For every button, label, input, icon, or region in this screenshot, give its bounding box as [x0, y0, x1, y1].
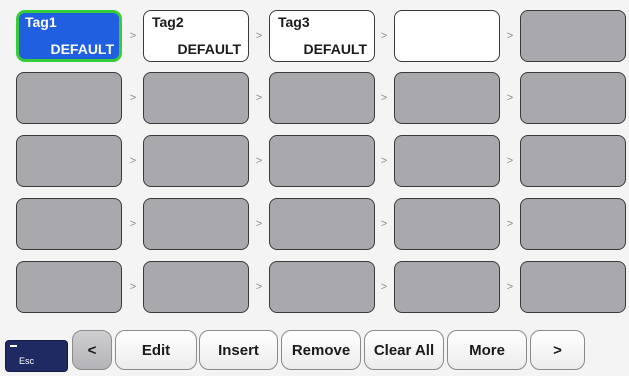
arrow-icon: >	[129, 155, 137, 167]
more-button[interactable]: More	[447, 330, 527, 370]
tag-cell-empty[interactable]	[143, 261, 249, 313]
tag-name: Tag2	[152, 14, 184, 30]
tag-cell-3[interactable]: Tag3 DEFAULT	[269, 10, 375, 62]
tag-value: DEFAULT	[177, 41, 241, 57]
tag-cell-empty[interactable]	[269, 135, 375, 187]
tag-cell-empty[interactable]	[16, 198, 122, 250]
arrow-icon: >	[129, 281, 137, 293]
tag-cell-5[interactable]	[520, 10, 626, 62]
arrow-icon: >	[506, 218, 514, 230]
clear-all-button[interactable]: Clear All	[364, 330, 444, 370]
tag-name: Tag3	[278, 14, 310, 30]
tag-value: DEFAULT	[303, 41, 367, 57]
arrow-icon: >	[380, 281, 388, 293]
esc-label: Esc	[19, 356, 35, 366]
tag-cell-2[interactable]: Tag2 DEFAULT	[143, 10, 249, 62]
tag-cell-empty[interactable]	[520, 135, 626, 187]
tag-cell-empty[interactable]	[143, 135, 249, 187]
tag-value: DEFAULT	[50, 41, 114, 57]
tag-cell-empty[interactable]	[16, 261, 122, 313]
tag-cell-empty[interactable]	[143, 72, 249, 124]
arrow-icon: >	[255, 281, 263, 293]
arrow-icon: >	[380, 218, 388, 230]
insert-button[interactable]: Insert	[199, 330, 278, 370]
arrow-icon: >	[255, 92, 263, 104]
esc-button[interactable]: Esc	[5, 340, 68, 372]
arrow-icon: >	[506, 92, 514, 104]
tag-name: Tag1	[25, 14, 57, 30]
arrow-icon: >	[129, 92, 137, 104]
tag-cell-empty[interactable]	[520, 198, 626, 250]
arrow-icon: >	[255, 30, 263, 42]
arrow-icon: >	[380, 92, 388, 104]
arrow-icon: >	[506, 281, 514, 293]
arrow-icon: >	[255, 155, 263, 167]
arrow-icon: >	[506, 155, 514, 167]
tag-grid-screen: Tag1 DEFAULT > Tag2 DEFAULT > Tag3 DEFAU…	[0, 0, 629, 376]
arrow-icon: >	[380, 30, 388, 42]
tag-cell-4[interactable]	[394, 10, 500, 62]
tag-cell-empty[interactable]	[143, 198, 249, 250]
tag-cell-empty[interactable]	[520, 72, 626, 124]
tag-cell-empty[interactable]	[269, 72, 375, 124]
tag-cell-empty[interactable]	[394, 72, 500, 124]
prev-button[interactable]: <	[72, 330, 112, 370]
arrow-icon: >	[506, 30, 514, 42]
tag-cell-empty[interactable]	[394, 135, 500, 187]
tag-cell-empty[interactable]	[269, 261, 375, 313]
arrow-icon: >	[255, 218, 263, 230]
edit-button[interactable]: Edit	[115, 330, 197, 370]
arrow-icon: >	[129, 218, 137, 230]
tag-cell-empty[interactable]	[16, 135, 122, 187]
esc-mark-icon	[10, 345, 17, 347]
tag-cell-empty[interactable]	[269, 198, 375, 250]
tag-cell-empty[interactable]	[520, 261, 626, 313]
arrow-icon: >	[380, 155, 388, 167]
tag-cell-empty[interactable]	[394, 198, 500, 250]
next-button[interactable]: >	[530, 330, 585, 370]
arrow-icon: >	[129, 30, 137, 42]
tag-cell-empty[interactable]	[394, 261, 500, 313]
tag-cell-empty[interactable]	[16, 72, 122, 124]
remove-button[interactable]: Remove	[281, 330, 361, 370]
tag-cell-1[interactable]: Tag1 DEFAULT	[16, 10, 122, 62]
